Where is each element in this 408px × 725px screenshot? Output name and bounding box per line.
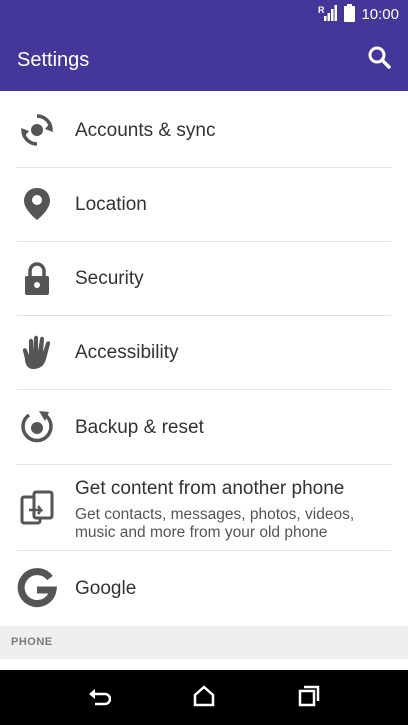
svg-text:R: R [318,5,325,15]
signal-icon: R [318,4,338,27]
home-button[interactable] [190,684,218,712]
settings-item-security[interactable]: Security [0,242,408,316]
settings-item-label: Security [75,268,144,289]
page-title: Settings [17,49,90,71]
status-bar: R 10:00 [0,0,408,30]
location-pin-icon [17,184,57,224]
battery-icon [344,3,356,27]
transfer-phone-icon [17,488,57,528]
recents-icon [297,684,321,713]
settings-item-label: Accounts & sync [75,120,216,141]
settings-item-accounts-sync[interactable]: Accounts & sync [0,91,408,168]
settings-item-location[interactable]: Location [0,168,408,242]
settings-item-label: Location [75,194,147,215]
settings-item-subtitle-line2: music and more from your old phone [75,524,328,541]
status-icons: R 10:00 [318,3,399,27]
recents-button[interactable] [295,684,323,712]
settings-item-accessibility[interactable]: Accessibility [0,316,408,390]
section-header-phone: PHONE [0,626,408,659]
backup-reset-icon [17,407,57,447]
settings-item-label: Google [75,578,137,599]
search-button[interactable] [364,44,394,74]
settings-item-get-content[interactable]: Get content from another phone Get conta… [0,465,408,551]
settings-item-label: Accessibility [75,342,179,363]
settings-list: Accounts & sync Location Security Access… [0,91,408,627]
hand-icon [17,333,57,373]
back-button[interactable] [85,684,113,712]
back-icon [87,684,112,713]
google-icon [17,568,57,608]
app-bar: Settings [0,30,408,91]
settings-item-label: Backup & reset [75,417,204,438]
status-time: 10:00 [361,6,399,23]
settings-item-subtitle-line1: Get contacts, messages, photos, videos, [75,506,355,523]
settings-item-label: Get content from another phone [75,478,345,499]
navigation-bar [0,670,408,725]
search-icon [367,45,391,74]
home-icon [192,684,216,713]
settings-item-google[interactable]: Google [0,551,408,627]
section-label: PHONE [11,636,53,648]
settings-item-backup-reset[interactable]: Backup & reset [0,390,408,465]
sync-icon [17,110,57,150]
lock-icon [17,259,57,299]
